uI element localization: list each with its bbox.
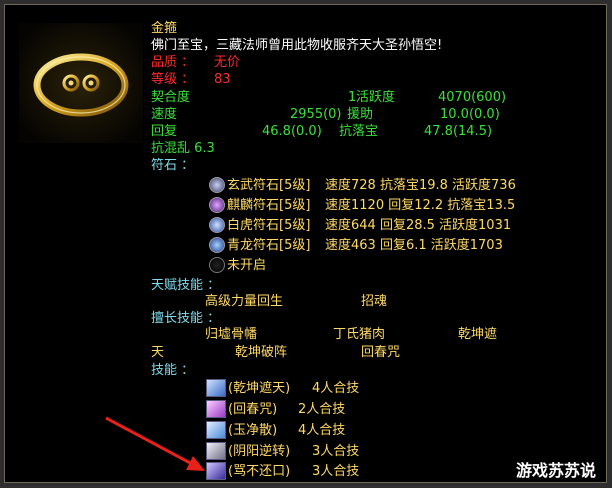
watermark: 游戏苏苏说 — [516, 461, 597, 480]
annotation-arrow — [105, 416, 205, 471]
